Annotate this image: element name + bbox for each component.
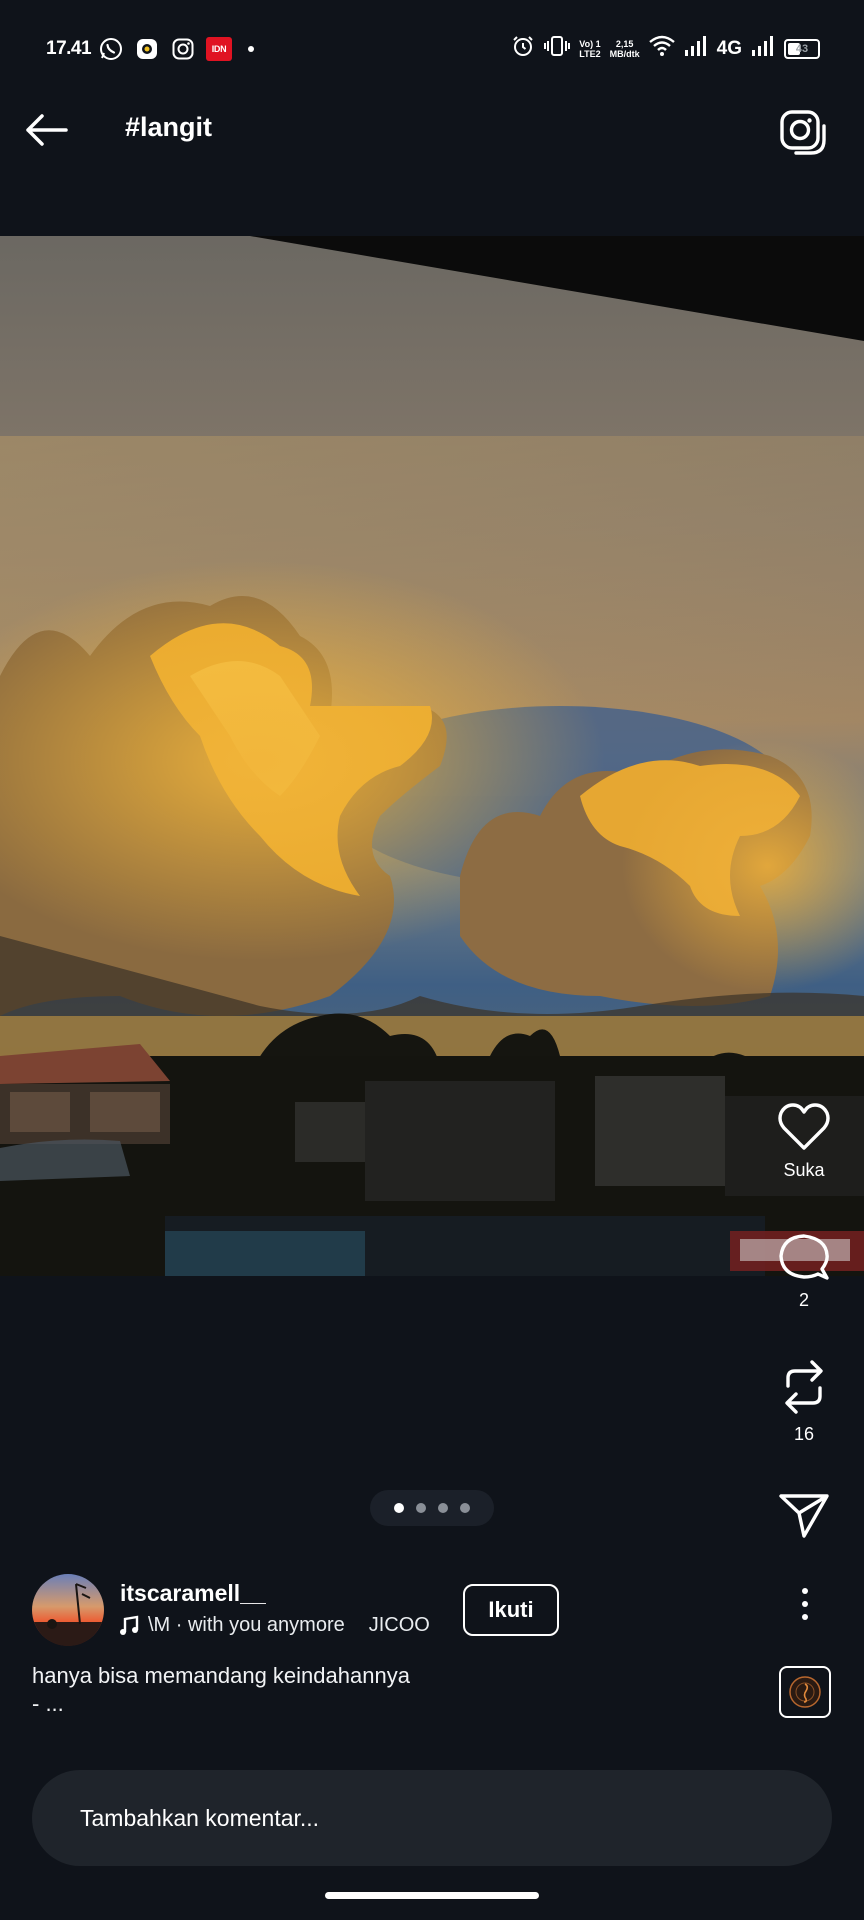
instagram-icon [170, 36, 196, 62]
pager-dot-1[interactable] [394, 1503, 404, 1513]
page-title: #langit [125, 112, 213, 142]
sunset-sky-image [0, 236, 864, 1388]
avatar-image [32, 1574, 104, 1646]
author-username[interactable]: itscaramell__ [120, 1580, 266, 1607]
send-icon [779, 1494, 829, 1538]
whatsapp-icon [98, 36, 124, 62]
reposts-count: 16 [793, 1424, 815, 1444]
more-notifications-dot [248, 46, 254, 52]
volte-line2: LTE2 [579, 48, 601, 59]
alarm-icon [511, 34, 535, 63]
battery-icon: 43 [784, 38, 820, 59]
more-dot [802, 1614, 808, 1620]
share-button[interactable] [744, 1492, 864, 1540]
carousel-pager [370, 1490, 494, 1526]
system-icons: Vo) 1 LTE2 2,15 MB/dtk 4G 43 [511, 34, 820, 63]
comment-button[interactable]: 2 [744, 1232, 864, 1311]
wifi-icon [648, 35, 675, 62]
post-photo[interactable] [0, 236, 864, 1388]
more-dot [802, 1588, 808, 1594]
follow-button[interactable]: Ikuti [463, 1584, 559, 1636]
status-time: 17.41 [46, 38, 92, 59]
music-disc-icon [789, 1676, 821, 1708]
repost-icon [785, 1360, 823, 1414]
signal-icon-1 [684, 35, 708, 62]
comment-icon [779, 1234, 829, 1280]
data-speed: 2,15 MB/dtk [610, 39, 640, 59]
comments-count: 2 [798, 1290, 809, 1310]
idn-icon: IDN [206, 37, 232, 61]
repost-button[interactable]: 16 [744, 1358, 864, 1445]
more-options-button[interactable] [790, 1584, 820, 1624]
comment-box[interactable] [32, 1770, 832, 1866]
pager-dot-2[interactable] [416, 1503, 426, 1513]
volte-indicator: Vo) 1 LTE2 [579, 39, 600, 59]
camera-icon [780, 110, 826, 155]
like-label: Suka [783, 1160, 825, 1180]
avatar[interactable] [32, 1574, 104, 1646]
notification-icons: IDN [98, 36, 254, 62]
song-title: \M · with you anymore [148, 1614, 345, 1636]
battery-level: 43 [795, 42, 809, 55]
music-info[interactable]: \M · with you anymore JICOO [118, 1614, 430, 1637]
status-bar: 17.41 IDN Vo) 1 LTE2 2,15 MB/dtk 4G 43 [0, 0, 864, 100]
speed-unit: MB/dtk [609, 48, 640, 59]
home-indicator[interactable] [325, 1892, 539, 1899]
pager-dot-3[interactable] [438, 1503, 448, 1513]
camera-app-icon [134, 36, 160, 62]
speed-value: 2,15 [615, 38, 634, 49]
caption-text: hanya bisa memandang keindahannya [32, 1663, 410, 1688]
like-button[interactable]: Suka [744, 1102, 864, 1181]
arrow-left-icon [26, 114, 68, 146]
music-disc-button[interactable] [779, 1666, 831, 1718]
signal-icon-2 [751, 35, 775, 62]
more-dot [802, 1601, 808, 1607]
camera-button[interactable] [776, 106, 826, 156]
pager-dot-4[interactable] [460, 1503, 470, 1513]
song-artist: JICOO [368, 1614, 430, 1636]
back-button[interactable] [22, 106, 70, 154]
post-caption[interactable]: hanya bisa memandang keindahannya - ... [32, 1662, 552, 1718]
caption-more[interactable]: - ... [32, 1690, 552, 1718]
volte-line1: Vo) 1 [579, 38, 601, 49]
music-note-icon [120, 1615, 139, 1635]
reels-screen: 17.41 IDN Vo) 1 LTE2 2,15 MB/dtk 4G 43 #… [0, 0, 864, 1920]
network-type: 4G [716, 37, 742, 59]
comment-input[interactable] [80, 1770, 780, 1866]
heart-icon [778, 1103, 830, 1150]
vibrate-icon [544, 34, 571, 63]
